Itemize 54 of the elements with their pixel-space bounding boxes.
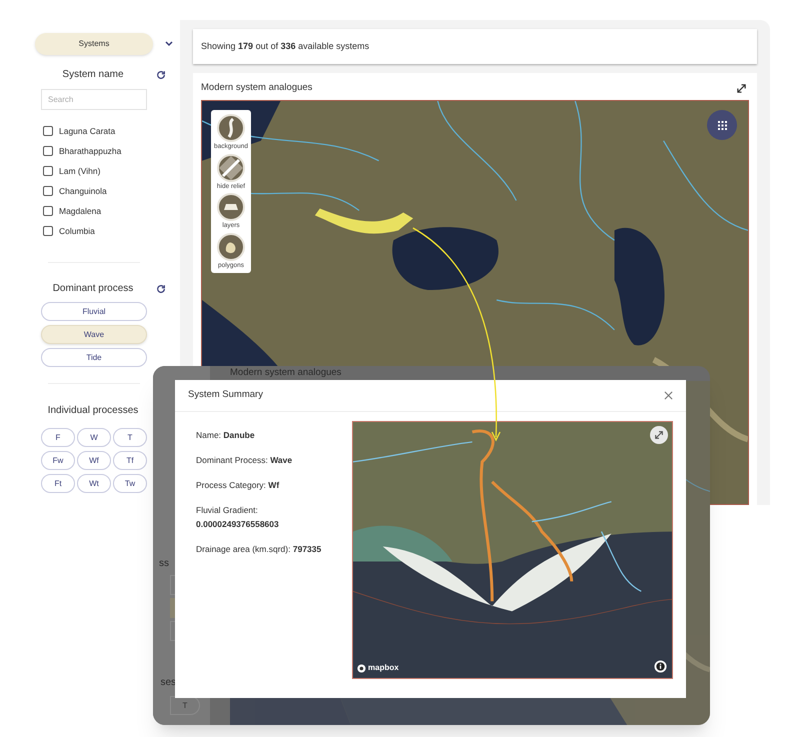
polygons-layer-icon (217, 232, 245, 260)
checkbox[interactable] (43, 166, 53, 176)
process-option[interactable]: T (113, 428, 147, 447)
checkbox[interactable] (43, 186, 53, 196)
process-option[interactable]: Tf (113, 451, 147, 470)
system-name-label: Laguna Carata (59, 124, 116, 138)
section-title: Dominant process (52, 282, 134, 296)
checkbox[interactable] (43, 126, 53, 136)
summary-field: Dominant Process: Wave (196, 454, 352, 466)
relief-layer-icon (217, 154, 245, 182)
system-name-label: Lam (Vihn) (59, 164, 100, 178)
summary-field: Process Category: Wf (196, 478, 352, 492)
section-title-fragment: ses (160, 676, 176, 690)
card-title: Modern system analogues (230, 367, 342, 379)
section-title: Individual processes (46, 404, 140, 418)
process-option[interactable]: Fluvial (41, 302, 147, 321)
checkbox[interactable] (43, 146, 53, 156)
refresh-icon[interactable] (156, 284, 166, 294)
close-icon[interactable] (664, 391, 673, 400)
process-option[interactable]: F (41, 428, 75, 447)
process-option[interactable]: Wave (41, 325, 147, 344)
summary-field: Name: Danube (196, 429, 352, 442)
systems-button[interactable]: Systems (35, 33, 153, 55)
mapbox-mark-icon (357, 664, 366, 672)
process-option[interactable]: Tw (113, 474, 147, 493)
process-option[interactable]: Wf (77, 451, 111, 470)
section-title: System name (61, 68, 125, 82)
attribution-text: mapbox (368, 662, 399, 674)
checkbox[interactable] (43, 226, 53, 236)
card-title: Modern system analogues (201, 81, 312, 96)
system-name-label: Columbia (59, 224, 95, 238)
section-title-fragment: ss (159, 557, 169, 571)
results-summary: Showing 179 out of 336 available systems (201, 40, 370, 53)
background-layer-icon (216, 114, 245, 142)
expand-icon (654, 430, 664, 440)
modal-title: System Summary (188, 388, 263, 402)
system-name-label: Bharathappuzha (59, 144, 122, 158)
info-icon[interactable] (654, 660, 667, 673)
process-option[interactable]: W (77, 428, 111, 447)
system-name-label: Magdalena (59, 204, 102, 218)
summary-field: Drainage area (km.sqrd): 797335 (196, 543, 352, 556)
grid-icon (718, 120, 726, 130)
search-field[interactable]: Search (41, 89, 147, 110)
summary-field: Fluvial Gradient: 0.0000249376558603 (196, 503, 352, 532)
chevron-down-icon[interactable] (164, 40, 174, 48)
expand-icon[interactable] (736, 83, 747, 94)
layers-layer-icon (217, 193, 245, 221)
checkbox[interactable] (43, 206, 53, 216)
system-name-label: Changuinola (59, 184, 107, 198)
process-option[interactable]: Tide (41, 348, 147, 367)
refresh-icon[interactable] (156, 70, 166, 80)
process-option[interactable]: Ft (41, 474, 75, 493)
process-option[interactable]: Wt (77, 474, 111, 493)
process-option[interactable]: Fw (41, 451, 75, 470)
